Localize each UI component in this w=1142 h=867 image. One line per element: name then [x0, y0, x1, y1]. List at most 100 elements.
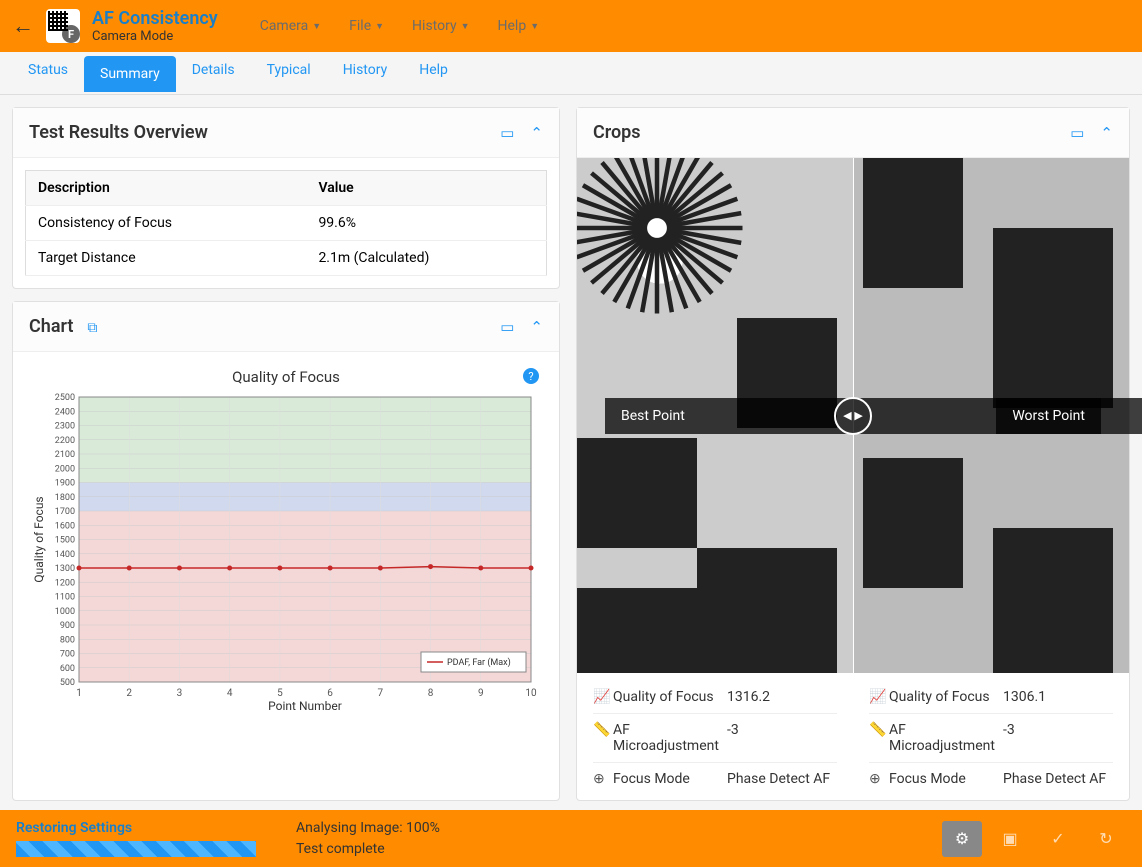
top-menu: Camera▼ File▼ History▼ Help▼ [260, 18, 539, 34]
svg-text:1900: 1900 [55, 479, 75, 489]
svg-text:1000: 1000 [55, 607, 75, 617]
chevron-down-icon: ▼ [530, 21, 539, 32]
refresh-icon: ↻ [1099, 829, 1112, 848]
chevron-down-icon: ▼ [461, 21, 470, 32]
svg-text:Quality of Focus: Quality of Focus [32, 496, 46, 582]
col-value: Value [306, 171, 546, 206]
footer-line2: Test complete [296, 839, 440, 860]
menu-history[interactable]: History▼ [412, 18, 469, 34]
chart-panel-title: Chart [29, 316, 73, 337]
chart-icon: 📈 [869, 689, 889, 705]
results-panel-title: Test Results Overview [29, 122, 208, 143]
export-icon: ▣ [1002, 829, 1017, 848]
chevron-down-icon: ▼ [312, 21, 321, 32]
gear-icon: ⚙ [955, 829, 969, 848]
svg-text:5: 5 [277, 688, 283, 699]
collapse-up-icon[interactable]: ⌃ [530, 318, 543, 336]
comparison-slider-handle[interactable]: ◀ ▶ [834, 397, 872, 435]
svg-text:2: 2 [126, 688, 132, 699]
check-icon: ✓ [1051, 829, 1064, 848]
svg-text:800: 800 [60, 635, 75, 645]
export-button[interactable]: ▣ [990, 821, 1030, 857]
results-panel: Test Results Overview ▭ ⌃ Description Va… [12, 107, 560, 289]
svg-text:1600: 1600 [55, 521, 75, 531]
svg-text:8: 8 [428, 688, 434, 699]
svg-text:1500: 1500 [55, 536, 75, 546]
progress-bar [16, 841, 256, 857]
crops-panel: Crops ▭ ⌃ [576, 107, 1130, 801]
table-row: Target Distance 2.1m (Calculated) [26, 241, 547, 276]
app-logo: F [46, 9, 80, 43]
check-button[interactable]: ✓ [1038, 821, 1078, 857]
svg-text:600: 600 [60, 664, 75, 674]
svg-text:9: 9 [478, 688, 484, 699]
chart-icon: 📈 [593, 689, 613, 705]
status-footer: Restoring Settings Analysing Image: 100%… [0, 810, 1142, 867]
svg-text:7: 7 [378, 688, 384, 699]
crops-panel-title: Crops [593, 122, 641, 143]
svg-text:900: 900 [60, 621, 75, 631]
svg-text:2300: 2300 [55, 422, 75, 432]
svg-text:1300: 1300 [55, 564, 75, 574]
svg-text:2400: 2400 [55, 407, 75, 417]
window-icon[interactable]: ▭ [500, 124, 514, 142]
app-topbar: ← F AF Consistency Camera Mode Camera▼ F… [0, 0, 1142, 52]
table-row: Consistency of Focus 99.6% [26, 206, 547, 241]
tab-typical[interactable]: Typical [251, 52, 327, 94]
window-icon[interactable]: ▭ [1070, 124, 1084, 142]
tab-summary[interactable]: Summary [84, 56, 176, 92]
chart-title: Quality of Focus [29, 368, 543, 386]
svg-text:2000: 2000 [55, 464, 75, 474]
svg-text:6: 6 [327, 688, 333, 699]
content-area: Test Results Overview ▭ ⌃ Description Va… [0, 95, 1142, 813]
target-icon: ⊕ [869, 771, 889, 787]
menu-camera[interactable]: Camera▼ [260, 18, 321, 34]
help-icon[interactable]: ? [523, 368, 539, 384]
tab-bar: Status Summary Details Typical History H… [0, 52, 1142, 95]
tab-help[interactable]: Help [403, 52, 464, 94]
menu-file[interactable]: File▼ [349, 18, 384, 34]
back-arrow-icon[interactable]: ← [12, 13, 34, 39]
tab-history[interactable]: History [327, 52, 404, 94]
chart-plot: 500 600 700 800 900 1000 1100 1200 1300 1400 1500 1… [29, 392, 543, 712]
results-table: Description Value Consistency of Focus 9… [25, 170, 547, 276]
svg-text:PDAF, Far (Max): PDAF, Far (Max) [447, 657, 511, 668]
svg-text:Point Number: Point Number [268, 699, 342, 712]
settings-button[interactable]: ⚙ [942, 821, 982, 857]
svg-text:2200: 2200 [55, 436, 75, 446]
chevron-down-icon: ▼ [375, 21, 384, 32]
worst-point-label: Worst Point [996, 398, 1101, 434]
refresh-button[interactable]: ↻ [1086, 821, 1126, 857]
svg-text:1200: 1200 [55, 578, 75, 588]
crop-stats: 📈Quality of Focus1316.2 📏AF Microadjustm… [577, 673, 1129, 803]
window-icon[interactable]: ▭ [500, 318, 514, 336]
svg-text:1: 1 [76, 688, 82, 699]
svg-text:1700: 1700 [55, 507, 75, 517]
collapse-up-icon[interactable]: ⌃ [530, 124, 543, 142]
chart-panel: Chart ⧉ ▭ ⌃ Quality of Focus ? 500 600 700… [12, 301, 560, 801]
ruler-icon: 📏 [869, 722, 889, 738]
col-description: Description [26, 171, 307, 206]
svg-text:10: 10 [525, 688, 537, 699]
svg-text:4: 4 [227, 688, 233, 699]
target-icon: ⊕ [593, 771, 613, 787]
footer-status-title: Restoring Settings [16, 820, 276, 836]
svg-text:1400: 1400 [55, 550, 75, 560]
svg-text:3: 3 [177, 688, 183, 699]
image-comparison[interactable]: Best Point Worst Point ◀ ▶ [577, 158, 1129, 673]
ruler-icon: 📏 [593, 722, 613, 738]
app-title: AF Consistency [92, 8, 218, 29]
svg-text:700: 700 [60, 650, 75, 660]
copy-icon[interactable]: ⧉ [87, 320, 97, 336]
svg-text:1800: 1800 [55, 493, 75, 503]
app-subtitle: Camera Mode [92, 29, 218, 44]
svg-text:500: 500 [60, 678, 75, 688]
tab-status[interactable]: Status [12, 52, 84, 94]
footer-line1: Analysing Image: 100% [296, 818, 440, 839]
title-block: AF Consistency Camera Mode [92, 8, 218, 44]
tab-details[interactable]: Details [176, 52, 251, 94]
menu-help[interactable]: Help▼ [498, 18, 540, 34]
svg-text:2500: 2500 [55, 393, 75, 403]
collapse-up-icon[interactable]: ⌃ [1100, 124, 1113, 142]
svg-text:1100: 1100 [55, 593, 75, 603]
